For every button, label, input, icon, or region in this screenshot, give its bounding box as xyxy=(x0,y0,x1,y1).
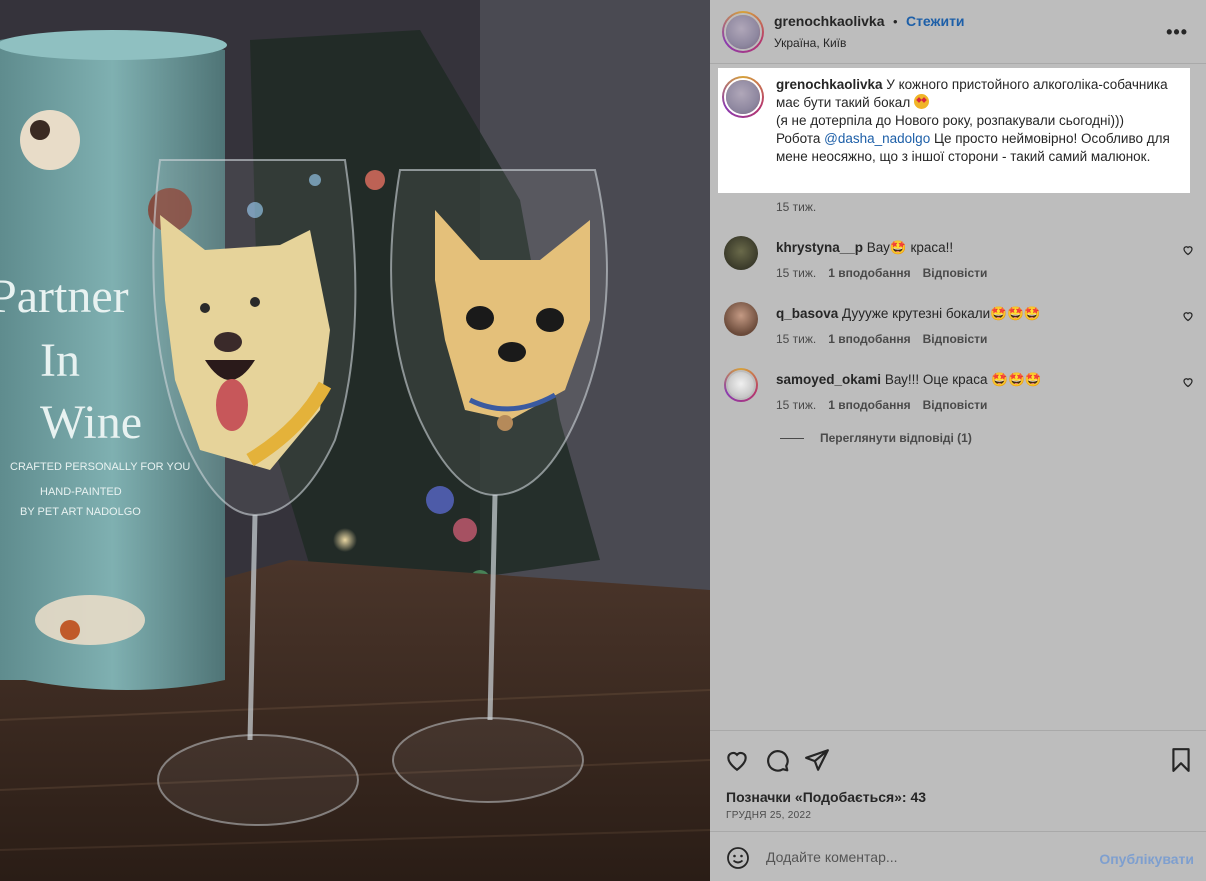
post-date: ГРУДНЯ 25, 2022 xyxy=(726,810,812,821)
reply-button[interactable]: Відповісти xyxy=(923,266,988,280)
comment-bubble-icon[interactable] xyxy=(764,747,790,773)
comment-text: q_basova Дуууже крутезні бокали🤩🤩🤩 xyxy=(776,306,1041,322)
tube-subtitle-1: CRAFTED PERSONALLY FOR YOU xyxy=(10,461,190,473)
comment-likes-link[interactable]: 1 вподобання xyxy=(828,266,910,280)
comment-meta: 15 тиж. 1 вподобання Відповісти xyxy=(776,398,987,412)
like-comment-heart-icon[interactable] xyxy=(1182,310,1194,322)
comment-time: 15 тиж. xyxy=(776,266,817,280)
caption-text: grenochkaolivka У кожного пристойного ал… xyxy=(776,76,1176,166)
comment-likes-link[interactable]: 1 вподобання xyxy=(828,398,910,412)
reply-button[interactable]: Відповісти xyxy=(923,332,988,346)
post-caption: grenochkaolivka У кожного пристойного ал… xyxy=(722,76,1182,166)
commenter-username[interactable]: khrystyna__p xyxy=(776,240,863,255)
tube-title-1: Partner xyxy=(0,270,129,323)
post-header: grenochkaolivka • Стежити Україна, Київ … xyxy=(710,0,1206,64)
photo-illustration: Partner In Wine CRAFTED PERSONALLY FOR Y… xyxy=(0,0,710,881)
like-heart-icon[interactable] xyxy=(724,747,750,773)
comment-likes-link[interactable]: 1 вподобання xyxy=(828,332,910,346)
caption-line-2: (я не дотерпіла до Нового року, розпакув… xyxy=(776,113,1124,128)
comment-item: khrystyna__p Вау🤩 краса!! 15 тиж. 1 впод… xyxy=(724,236,1194,286)
save-bookmark-icon[interactable] xyxy=(1168,747,1194,773)
post-photo: Partner In Wine CRAFTED PERSONALLY FOR Y… xyxy=(0,0,710,881)
commenter-username[interactable]: samoyed_okami xyxy=(776,372,881,387)
author-username[interactable]: grenochkaolivka xyxy=(774,13,885,29)
follow-button[interactable]: Стежити xyxy=(906,13,965,29)
reply-button[interactable]: Відповісти xyxy=(923,398,988,412)
emoji-smiley-icon[interactable] xyxy=(726,846,750,870)
author-info: grenochkaolivka • Стежити Україна, Київ xyxy=(774,13,965,50)
like-comment-heart-icon[interactable] xyxy=(1182,376,1194,388)
comment-body: Дуууже крутезні бокали🤩🤩🤩 xyxy=(838,306,1041,321)
commenter-username[interactable]: q_basova xyxy=(776,306,838,321)
commenter-avatar[interactable] xyxy=(724,302,758,336)
author-avatar[interactable] xyxy=(722,10,764,53)
comment-input[interactable] xyxy=(766,846,1086,868)
caption-username[interactable]: grenochkaolivka xyxy=(776,77,883,92)
comment-text: samoyed_okami Вау!!! Оце краса 🤩🤩🤩 xyxy=(776,372,1042,388)
comment-item: samoyed_okami Вау!!! Оце краса 🤩🤩🤩 15 ти… xyxy=(724,368,1194,418)
tube-title-3: Wine xyxy=(40,396,142,449)
view-replies-label: Переглянути відповіді (1) xyxy=(820,431,972,445)
separator-dot: • xyxy=(892,14,898,29)
more-options-icon[interactable]: ••• xyxy=(1166,22,1188,43)
comment-meta: 15 тиж. 1 вподобання Відповісти xyxy=(776,332,987,346)
star-eyes-emoji-icon xyxy=(913,94,929,109)
post-sidebar: grenochkaolivka • Стежити Україна, Київ … xyxy=(710,0,1206,881)
view-replies-button[interactable]: Переглянути відповіді (1) xyxy=(780,431,972,445)
like-comment-heart-icon[interactable] xyxy=(1182,244,1194,256)
comment-time: 15 тиж. xyxy=(776,332,817,346)
comment-time: 15 тиж. xyxy=(776,398,817,412)
comment-text: khrystyna__p Вау🤩 краса!! xyxy=(776,240,953,256)
add-comment-bar: Опублікувати xyxy=(710,831,1206,881)
tube-subtitle-2: HAND-PAINTED xyxy=(40,486,122,498)
share-paper-plane-icon[interactable] xyxy=(804,747,830,773)
caption-avatar[interactable] xyxy=(722,76,764,118)
post-location[interactable]: Україна, Київ xyxy=(774,36,965,50)
post-actions: Позначки «Подобається»: 43 ГРУДНЯ 25, 20… xyxy=(710,730,1206,830)
comment-body: Вау!!! Оце краса 🤩🤩🤩 xyxy=(881,372,1042,387)
tube-subtitle-3: BY PET ART NADOLGO xyxy=(20,506,141,518)
caption-line-3-start: Робота xyxy=(776,131,825,146)
commenter-avatar[interactable] xyxy=(724,236,758,270)
publish-button[interactable]: Опублікувати xyxy=(1099,851,1194,867)
likes-count[interactable]: Позначки «Подобається»: 43 xyxy=(726,789,926,805)
comment-body: Вау🤩 краса!! xyxy=(863,240,954,255)
comment-item: q_basova Дуууже крутезні бокали🤩🤩🤩 15 ти… xyxy=(724,302,1194,352)
comment-meta: 15 тиж. 1 вподобання Відповісти xyxy=(776,266,987,280)
caption-timestamp: 15 тиж. xyxy=(776,200,817,214)
tube-title-2: In xyxy=(40,334,80,387)
replies-divider-line xyxy=(780,437,804,439)
commenter-avatar[interactable] xyxy=(724,368,758,402)
caption-mention-link[interactable]: @dasha_nadolgo xyxy=(824,131,930,146)
